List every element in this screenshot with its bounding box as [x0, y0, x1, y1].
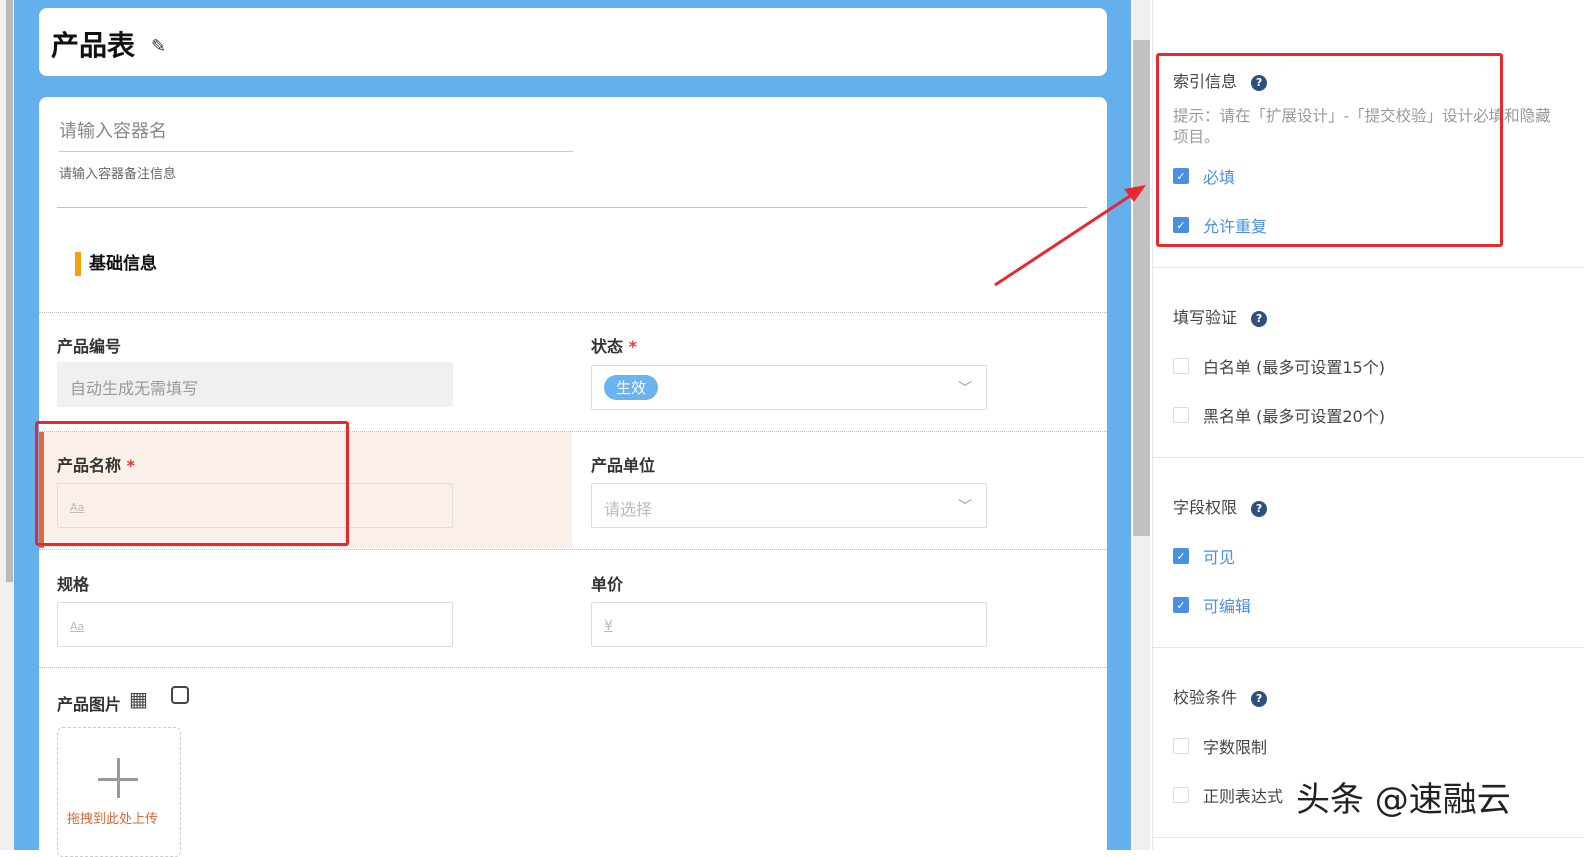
- annotation-arrow: [994, 185, 1146, 287]
